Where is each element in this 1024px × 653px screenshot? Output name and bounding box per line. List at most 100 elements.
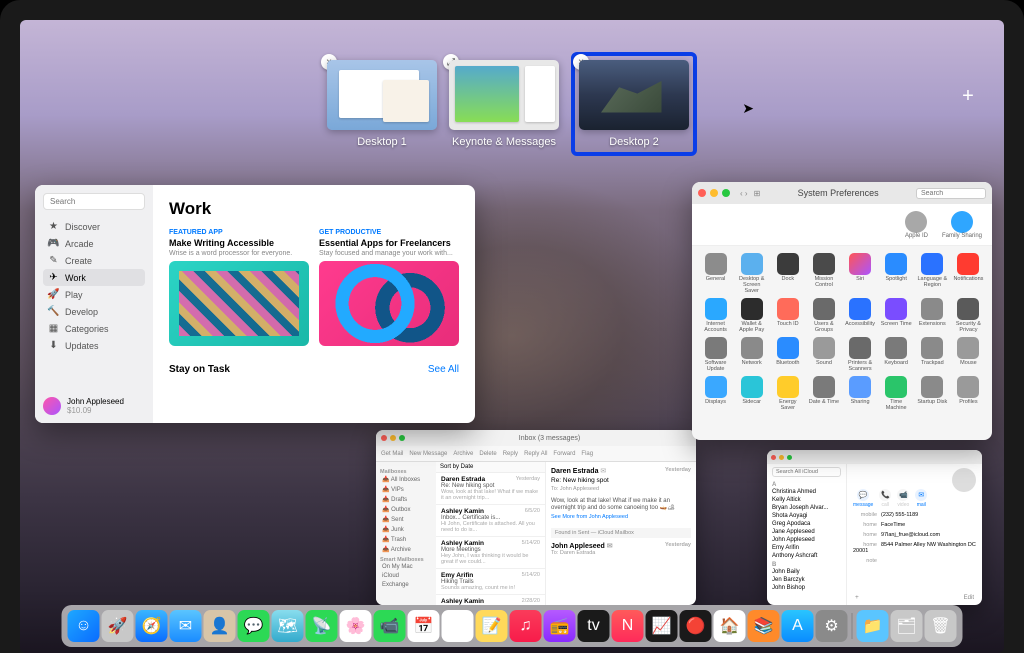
mailbox-item[interactable]: 📥 Outbox (380, 505, 432, 514)
pref-displays[interactable]: Displays (699, 376, 732, 411)
dock-calendar[interactable]: 📅 (408, 610, 440, 642)
user-account[interactable]: John Appleseed $10.09 (43, 397, 145, 415)
pref-accessibility[interactable]: Accessibility (844, 298, 877, 333)
dock-findmy[interactable]: 📡 (306, 610, 338, 642)
sidebar-item-discover[interactable]: ★Discover (43, 218, 145, 235)
close-icon[interactable] (771, 455, 776, 460)
dock-mail[interactable]: ✉ (170, 610, 202, 642)
contact-item[interactable]: John Bishop (772, 584, 841, 592)
space-keynote-messages[interactable]: ⤢ Keynote & Messages (449, 60, 559, 148)
edit-button[interactable]: Edit (964, 595, 974, 601)
dock-home[interactable]: 🏠 (714, 610, 746, 642)
toolbar-archive[interactable]: Archive (453, 451, 473, 457)
pref-date-time[interactable]: Date & Time (807, 376, 840, 411)
dock-safari[interactable]: 🧭 (136, 610, 168, 642)
dock-contacts[interactable]: 👤 (204, 610, 236, 642)
dock-messages[interactable]: 💬 (238, 610, 270, 642)
call-button[interactable]: 📞call (879, 489, 891, 508)
pref-family-sharing[interactable]: Family Sharing (942, 211, 982, 239)
sidebar-item-arcade[interactable]: 🎮Arcade (43, 235, 145, 252)
pref-software-update[interactable]: Software Update (699, 337, 732, 372)
pref-wallet-apple-pay[interactable]: Wallet & Apple Pay (735, 298, 768, 333)
sidebar-item-create[interactable]: ✎Create (43, 252, 145, 269)
contact-item[interactable]: Kelly Altick (772, 496, 841, 504)
dock-downloads[interactable]: 📁 (857, 610, 889, 642)
dock-news[interactable]: N (612, 610, 644, 642)
contact-item[interactable]: Emy Arifin (772, 544, 841, 552)
contact-item[interactable]: Shota Aoyagi (772, 512, 841, 520)
pref-notifications[interactable]: Notifications (952, 253, 985, 294)
zoom-icon[interactable] (722, 189, 730, 197)
sidebar-item-work[interactable]: ✈Work (43, 269, 145, 286)
dock-launchpad[interactable]: 🚀 (102, 610, 134, 642)
pref-language-region[interactable]: Language & Region (916, 253, 949, 294)
contact-item[interactable]: John Appleseed (772, 536, 841, 544)
pref-bluetooth[interactable]: Bluetooth (771, 337, 804, 372)
pref-sharing[interactable]: Sharing (844, 376, 877, 411)
featured-card[interactable]: GET PRODUCTIVE Essential Apps for Freela… (319, 229, 459, 346)
pref-mouse[interactable]: Mouse (952, 337, 985, 372)
dock-finder[interactable]: ☺ (68, 610, 100, 642)
dock-facetime[interactable]: 📹 (374, 610, 406, 642)
titlebar[interactable] (767, 450, 982, 464)
mailbox-item[interactable]: 📥 Sent (380, 515, 432, 524)
pref-printers-scanners[interactable]: Printers & Scanners (844, 337, 877, 372)
pref-users-groups[interactable]: Users & Groups (807, 298, 840, 333)
minimize-icon[interactable] (779, 455, 784, 460)
toolbar-flag[interactable]: Flag (581, 451, 593, 457)
dock-photos[interactable]: 🌸 (340, 610, 372, 642)
message-item[interactable]: Ashley Kamin2/28/20 Lebanese Family... .… (436, 595, 545, 605)
video-button[interactable]: 📹video (897, 489, 909, 508)
dock-tv[interactable]: tv (578, 610, 610, 642)
pref-network[interactable]: Network (735, 337, 768, 372)
mailbox-item[interactable]: 📥 Junk (380, 525, 432, 534)
mail-button[interactable]: ✉mail (915, 489, 927, 508)
dock-sysprefs[interactable]: ⚙ (816, 610, 848, 642)
space-desktop-2[interactable]: × Desktop 2 (571, 52, 697, 156)
mailbox-item[interactable]: 📥 Trash (380, 535, 432, 544)
app-store-window[interactable]: ★Discover🎮Arcade✎Create✈Work🚀Play🔨Develo… (35, 185, 475, 423)
pref-extensions[interactable]: Extensions (916, 298, 949, 333)
dock-notes[interactable]: 📝 (476, 610, 508, 642)
pref-general[interactable]: General (699, 253, 732, 294)
search-input[interactable] (43, 193, 145, 210)
pref-keyboard[interactable]: Keyboard (880, 337, 913, 372)
mailbox-item[interactable]: 📥 Archive (380, 545, 432, 554)
contact-item[interactable]: Bryan Joseph Alvar... (772, 504, 841, 512)
sidebar-item-play[interactable]: 🚀Play (43, 286, 145, 303)
message-item[interactable]: Emy Arifin5/14/20 Hiking Trails Sounds a… (436, 569, 545, 595)
dock-appstore[interactable]: A (782, 610, 814, 642)
pref-trackpad[interactable]: Trackpad (916, 337, 949, 372)
pref-time-machine[interactable]: Time Machine (880, 376, 913, 411)
mailbox-item[interactable]: iCloud (380, 572, 432, 580)
pref-touch-id[interactable]: Touch ID (771, 298, 804, 333)
sidebar-item-categories[interactable]: ▦Categories (43, 320, 145, 337)
toolbar-reply-all[interactable]: Reply All (524, 451, 547, 457)
minimize-icon[interactable] (710, 189, 718, 197)
search-input[interactable] (916, 188, 986, 199)
mailbox-item[interactable]: 📥 All Inboxes (380, 475, 432, 484)
toolbar-reply[interactable]: Reply (503, 451, 518, 457)
system-preferences-window[interactable]: ‹ › ⊞ System Preferences Apple IDFamily … (692, 182, 992, 440)
pref-screen-time[interactable]: Screen Time (880, 298, 913, 333)
add-button[interactable]: + (855, 594, 859, 601)
dock-reminders[interactable]: ☑ (442, 610, 474, 642)
pref-apple-id[interactable]: Apple ID (905, 211, 928, 239)
mailbox-item[interactable]: On My Mac (380, 563, 432, 571)
pref-siri[interactable]: Siri (844, 253, 877, 294)
grid-button[interactable]: ⊞ (754, 189, 761, 198)
pref-sound[interactable]: Sound (807, 337, 840, 372)
mailbox-item[interactable]: 📥 Drafts (380, 495, 432, 504)
see-all-link[interactable]: See All (428, 364, 459, 375)
mailbox-item[interactable]: 📥 VIPs (380, 485, 432, 494)
dock-trash[interactable]: 🗑 (925, 610, 957, 642)
minimize-icon[interactable] (390, 435, 396, 441)
contacts-window[interactable]: AChristina AhmedKelly AltickBryan Joseph… (767, 450, 982, 605)
dock-stocks[interactable]: 📈 (646, 610, 678, 642)
add-space-button[interactable]: + (957, 85, 979, 107)
back-button[interactable]: ‹ › (740, 189, 748, 198)
toolbar-forward[interactable]: Forward (553, 451, 575, 457)
zoom-icon[interactable] (787, 455, 792, 460)
pref-dock[interactable]: Dock (771, 253, 804, 294)
pref-internet-accounts[interactable]: Internet Accounts (699, 298, 732, 333)
